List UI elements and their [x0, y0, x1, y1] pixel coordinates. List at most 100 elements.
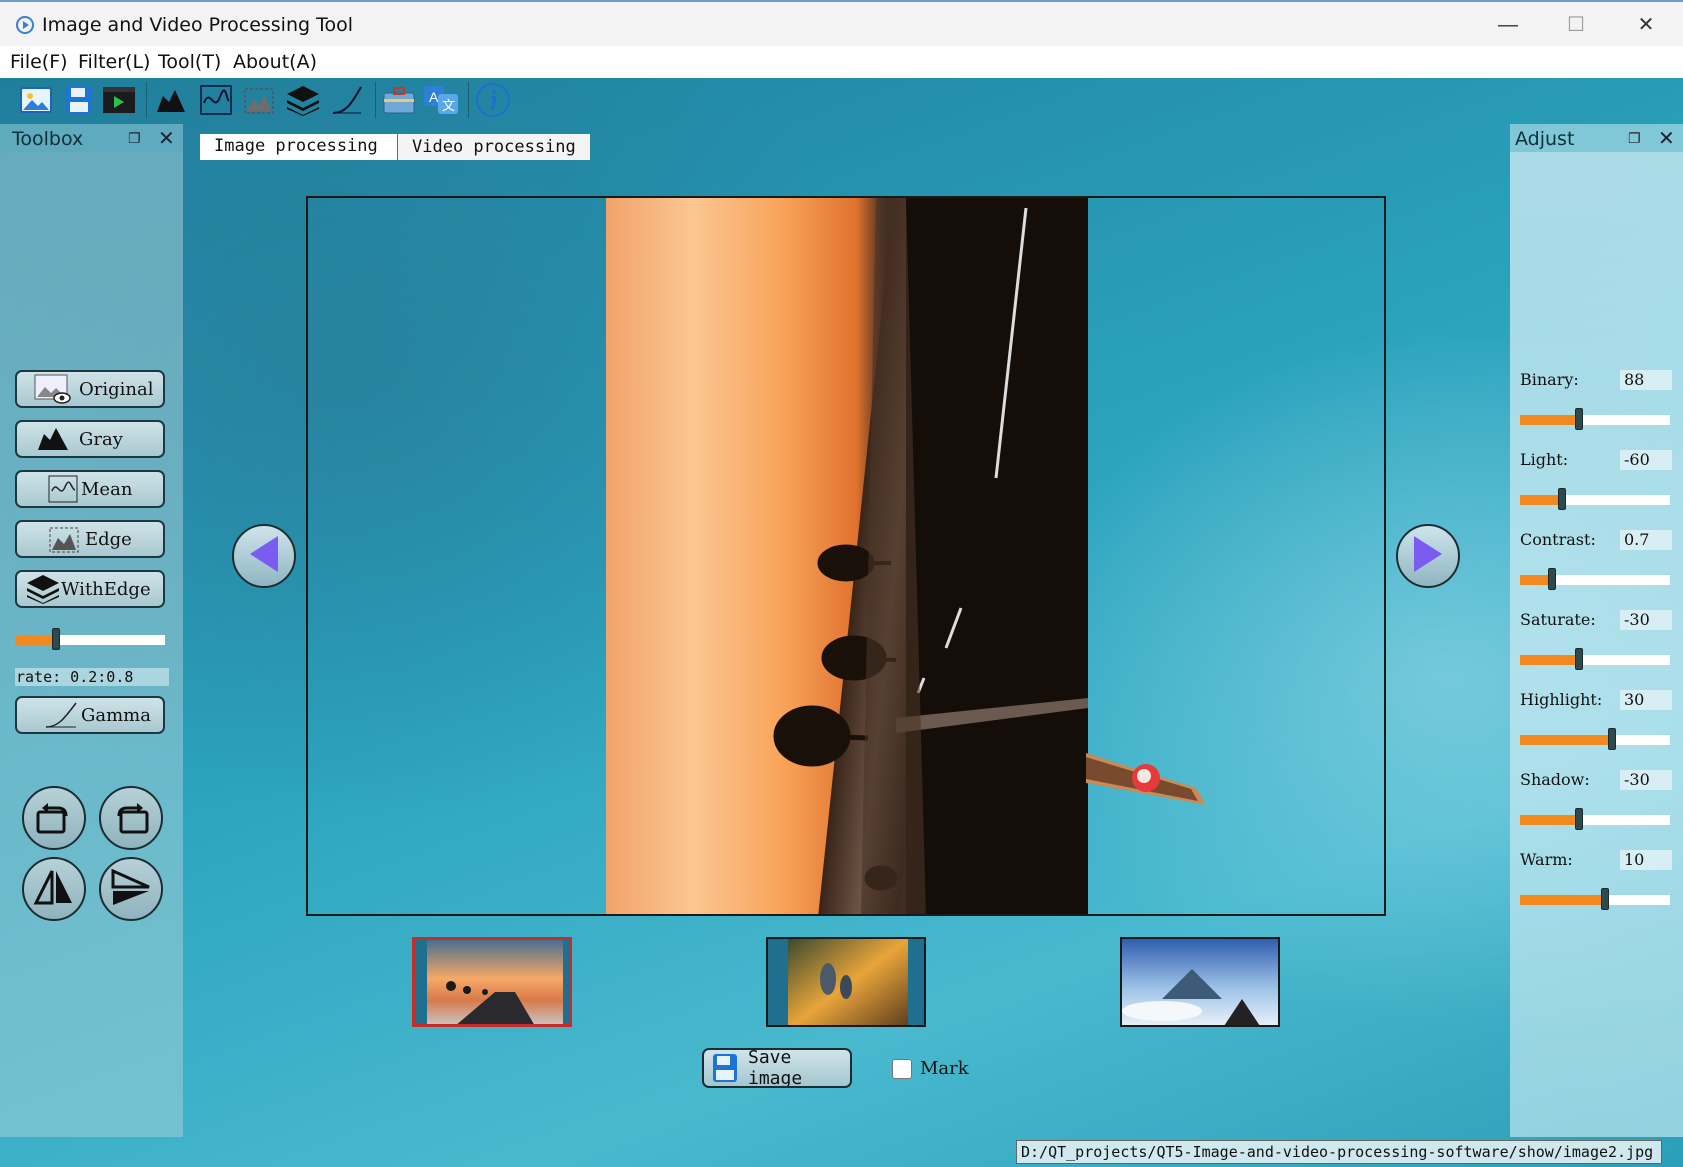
rotate-left-button[interactable] [22, 786, 86, 850]
info-icon[interactable] [474, 82, 512, 118]
shadow-value: -30 [1620, 770, 1672, 790]
gray-label: Gray [79, 428, 123, 450]
warm-slider[interactable] [1520, 888, 1670, 910]
mean-button[interactable]: Mean [15, 470, 165, 508]
flip-vertical-button[interactable] [99, 857, 163, 921]
slider-thumb[interactable] [1575, 648, 1583, 670]
thumbnail-3[interactable] [1120, 937, 1280, 1027]
warm-label: Warm: [1520, 850, 1573, 869]
contrast-label: Contrast: [1520, 530, 1596, 549]
toolbox-title: Toolbox [12, 128, 84, 150]
contrast-value: 0.7 [1620, 530, 1672, 550]
save-icon [712, 1053, 738, 1083]
slider-thumb[interactable] [52, 628, 60, 650]
status-bar-path: D:/QT_projects/QT5-Image-and-video-proce… [1016, 1140, 1662, 1164]
shadow-slider[interactable] [1520, 808, 1670, 830]
flip-horizontal-icon [32, 867, 76, 912]
gray-button[interactable]: Gray [15, 420, 165, 458]
svg-text:文: 文 [442, 98, 455, 113]
rotate-right-button[interactable] [99, 786, 163, 850]
mean-icon [47, 474, 79, 504]
highlight-slider[interactable] [1520, 728, 1670, 750]
image-viewport [306, 196, 1386, 916]
withedge-slider[interactable] [15, 628, 165, 650]
maximize-button[interactable]: ☐ [1546, 8, 1606, 42]
gray-icon [33, 424, 73, 454]
mark-checkbox[interactable] [892, 1059, 912, 1079]
slider-thumb[interactable] [1575, 808, 1583, 830]
close-icon[interactable]: ✕ [158, 126, 175, 151]
original-button[interactable]: Original [15, 370, 165, 408]
window-title: Image and Video Processing Tool [42, 14, 354, 36]
arrow-right-icon [1408, 532, 1448, 581]
light-slider[interactable] [1520, 488, 1670, 510]
saturate-slider[interactable] [1520, 648, 1670, 670]
mark-label: Mark [920, 1058, 969, 1079]
tab-video-processing[interactable]: Video processing [398, 134, 590, 160]
rotate-left-icon [34, 796, 74, 841]
highlight-value: 30 [1620, 690, 1672, 710]
edge-icon[interactable] [240, 82, 278, 118]
gamma-button[interactable]: Gamma [15, 696, 165, 734]
menu-bar: File(F) Filter(L) Tool(T) About(A) [0, 46, 1683, 78]
next-image-button[interactable] [1396, 524, 1460, 588]
slider-thumb[interactable] [1608, 728, 1616, 750]
float-icon[interactable]: ❐ [128, 130, 141, 147]
edge-label: Edge [85, 528, 132, 550]
app-icon [16, 16, 34, 34]
save-image-button[interactable]: Save image [702, 1048, 852, 1088]
light-label: Light: [1520, 450, 1569, 469]
main-image [606, 198, 1088, 914]
mean-label: Mean [81, 478, 133, 500]
highlight-label: Highlight: [1520, 690, 1603, 709]
tab-image-processing[interactable]: Image processing [200, 134, 397, 160]
close-button[interactable]: ✕ [1616, 8, 1676, 42]
edge-button[interactable]: Edge [15, 520, 165, 558]
mean-icon[interactable] [197, 82, 235, 118]
toolbox-icon[interactable] [380, 82, 418, 118]
menu-file[interactable]: File(F) [10, 51, 68, 73]
binary-value: 88 [1620, 370, 1672, 390]
arrow-left-icon [244, 532, 284, 581]
saturate-label: Saturate: [1520, 610, 1596, 629]
light-value: -60 [1620, 450, 1672, 470]
menu-tool[interactable]: Tool(T) [158, 51, 221, 73]
open-image-icon[interactable] [17, 82, 55, 118]
flip-vertical-icon [109, 867, 153, 912]
toolbox-header: Toolbox ❐ ✕ [0, 124, 183, 152]
withedge-button[interactable]: WithEdge [15, 570, 165, 608]
gray-icon[interactable] [152, 82, 190, 118]
thumbnail-1[interactable] [412, 937, 572, 1027]
binary-label: Binary: [1520, 370, 1579, 389]
minimize-button[interactable]: — [1478, 8, 1538, 42]
close-icon[interactable]: ✕ [1658, 126, 1675, 151]
gamma-label: Gamma [81, 704, 151, 726]
float-icon[interactable]: ❐ [1628, 130, 1641, 147]
flip-horizontal-button[interactable] [22, 857, 86, 921]
video-icon[interactable] [100, 82, 138, 118]
layers-icon[interactable] [284, 82, 322, 118]
slider-thumb[interactable] [1558, 488, 1566, 510]
shadow-label: Shadow: [1520, 770, 1590, 789]
binary-slider[interactable] [1520, 408, 1670, 430]
slider-thumb[interactable] [1575, 408, 1583, 430]
translate-icon[interactable]: A文 [422, 82, 460, 118]
original-icon [33, 374, 73, 404]
save-icon[interactable] [60, 82, 98, 118]
warm-value: 10 [1620, 850, 1672, 870]
menu-filter[interactable]: Filter(L) [78, 51, 150, 73]
slider-thumb[interactable] [1548, 568, 1556, 590]
thumbnail-2[interactable] [766, 937, 926, 1027]
original-label: Original [79, 378, 154, 400]
withedge-label: WithEdge [61, 578, 151, 600]
contrast-slider[interactable] [1520, 568, 1670, 590]
gamma-icon[interactable] [328, 82, 366, 118]
title-bar: Image and Video Processing Tool — ☐ ✕ [0, 0, 1683, 46]
menu-about[interactable]: About(A) [233, 51, 317, 73]
boat-image-detail [1086, 753, 1206, 805]
saturate-value: -30 [1620, 610, 1672, 630]
save-image-label: Save image [748, 1048, 803, 1088]
previous-image-button[interactable] [232, 524, 296, 588]
gamma-icon [43, 700, 79, 730]
slider-thumb[interactable] [1601, 888, 1609, 910]
